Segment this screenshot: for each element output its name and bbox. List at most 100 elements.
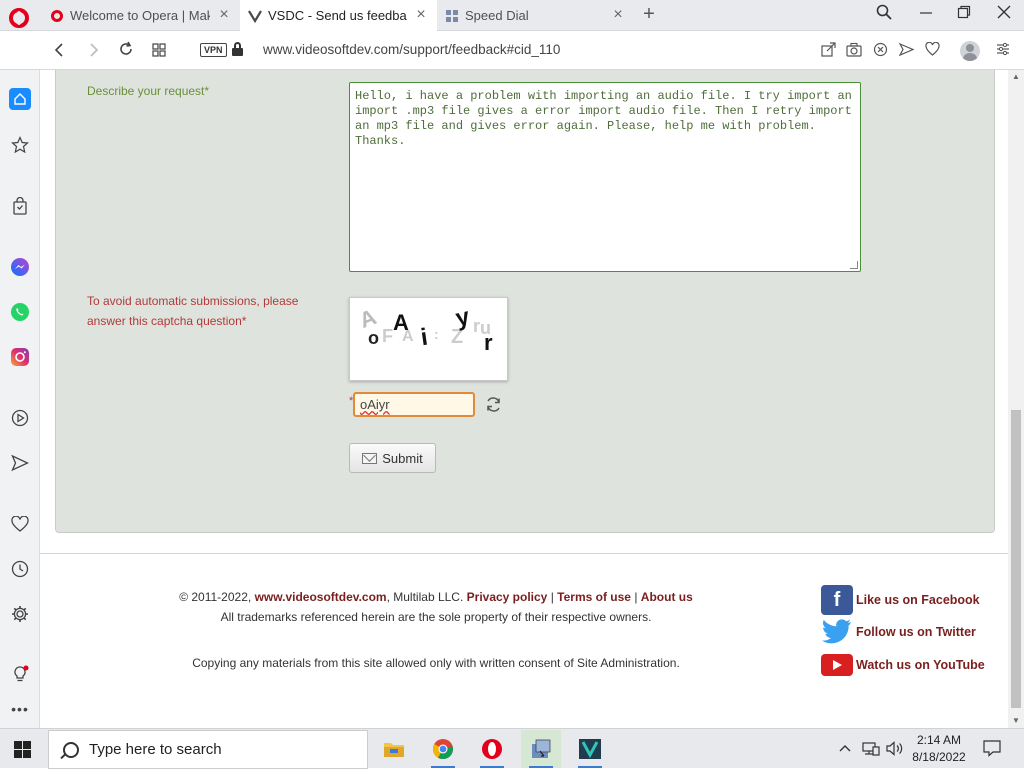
tab-welcome-opera[interactable]: Welcome to Opera | Make × — [42, 0, 240, 31]
copyright-line: © 2011-2022, www.videosoftdev.com, Multi… — [178, 587, 694, 607]
instagram-icon[interactable] — [9, 346, 31, 368]
search-icon — [63, 741, 79, 758]
twitter-label: Follow us on Twitter — [856, 625, 976, 639]
footer-divider — [40, 553, 1008, 554]
taskbar-search-box[interactable]: Type here to search — [48, 730, 368, 769]
facebook-icon: f — [821, 585, 853, 615]
envelope-icon — [362, 452, 378, 464]
vsdc-installer-icon[interactable] — [521, 730, 561, 768]
resize-handle[interactable] — [850, 261, 858, 269]
restore-icon[interactable] — [952, 4, 976, 26]
show-hidden-icons-icon[interactable] — [839, 741, 851, 756]
company-text: , Multilab LLC. — [386, 590, 464, 604]
separator: | — [550, 590, 554, 604]
captcha-label: To avoid automatic submissions, please a… — [87, 294, 299, 328]
captcha-answer-input[interactable]: oAiyr — [353, 392, 475, 417]
tab-vsdc-feedback[interactable]: VSDC - Send us feedback × — [240, 0, 437, 31]
lightbulb-icon[interactable] — [9, 663, 31, 685]
refresh-captcha-icon[interactable] — [484, 396, 502, 414]
clock-time: 2:14 AM — [916, 733, 962, 747]
easy-setup-icon[interactable] — [994, 42, 1012, 60]
close-window-icon[interactable] — [992, 4, 1016, 26]
opera-sidebar: ••• — [0, 70, 40, 728]
page-scrollbar[interactable]: ▲ ▼ — [1008, 70, 1024, 728]
scroll-up-icon[interactable]: ▲ — [1008, 70, 1024, 84]
facebook-link[interactable]: f Like us on Facebook — [821, 585, 991, 615]
minimize-icon[interactable] — [914, 4, 938, 26]
speed-dial-icon — [445, 9, 459, 23]
tab-label: VSDC - Send us feedback — [268, 8, 407, 23]
copying-text: Copying any materials from this site all… — [192, 656, 680, 670]
shopping-bag-icon[interactable] — [9, 195, 31, 217]
close-tab-icon[interactable]: × — [413, 6, 429, 24]
history-icon[interactable] — [9, 558, 31, 580]
opera-taskbar-icon[interactable] — [472, 730, 512, 768]
forward-icon[interactable] — [82, 40, 104, 62]
youtube-icon — [821, 654, 853, 676]
captcha-image: A o F A A i : Z y r u r — [349, 297, 508, 381]
captcha-answer-value: oAiyr — [360, 397, 390, 412]
bookmarks-icon[interactable] — [9, 134, 31, 156]
submit-button[interactable]: Submit — [349, 443, 436, 473]
new-tab-button[interactable]: + — [639, 4, 659, 26]
request-textarea[interactable]: Hello, i have a problem with importing a… — [349, 82, 861, 272]
adblock-icon[interactable] — [871, 42, 889, 60]
notifications-icon[interactable] — [983, 739, 1001, 760]
youtube-link[interactable]: Watch us on YouTube — [821, 650, 991, 680]
reload-icon[interactable] — [115, 40, 137, 62]
browser-tab-bar: Welcome to Opera | Make × VSDC - Send us… — [0, 0, 1024, 31]
more-icon[interactable]: ••• — [9, 698, 31, 720]
pinboard-heart-icon[interactable] — [9, 513, 31, 535]
vpn-badge[interactable]: VPN — [200, 43, 227, 57]
separator: | — [634, 590, 638, 604]
scrollbar-thumb[interactable] — [1011, 410, 1021, 708]
camera-icon[interactable] — [845, 42, 863, 60]
search-tabs-icon[interactable] — [872, 4, 896, 26]
network-icon[interactable] — [862, 741, 880, 759]
file-explorer-icon[interactable] — [374, 730, 414, 768]
profile-avatar[interactable] — [960, 41, 980, 61]
heart-icon[interactable] — [923, 41, 941, 60]
settings-gear-icon[interactable] — [9, 603, 31, 625]
windows-start-icon[interactable] — [14, 741, 31, 758]
twitter-link[interactable]: Follow us on Twitter — [821, 617, 991, 647]
whatsapp-icon[interactable] — [9, 301, 31, 323]
trademarks-text: All trademarks referenced herein are the… — [220, 610, 652, 624]
lock-icon[interactable] — [232, 42, 243, 56]
send-snap-icon[interactable] — [819, 42, 837, 60]
tab-label: Speed Dial — [465, 8, 529, 23]
tab-speed-dial[interactable]: Speed Dial × — [437, 0, 634, 31]
submit-label: Submit — [382, 450, 423, 466]
close-tab-icon[interactable]: × — [216, 6, 232, 24]
send-flow-icon[interactable] — [9, 452, 31, 474]
site-link[interactable]: www.videosoftdev.com — [255, 590, 387, 604]
about-us-link[interactable]: About us — [641, 590, 693, 604]
clock-date: 8/18/2022 — [912, 750, 966, 764]
search-placeholder: Type here to search — [89, 741, 222, 758]
privacy-policy-link[interactable]: Privacy policy — [467, 590, 548, 604]
copyright-text: © 2011-2022, — [179, 590, 252, 604]
windows-taskbar: Type here to search 2:14 AM 8/18/2022 — [0, 728, 1024, 769]
request-text: Hello, i have a problem with importing a… — [355, 89, 852, 148]
terms-of-use-link[interactable]: Terms of use — [557, 590, 631, 604]
opera-menu-icon[interactable] — [9, 8, 29, 28]
url-field[interactable]: www.videosoftdev.com/support/feedback#ci… — [263, 42, 560, 57]
chrome-icon[interactable] — [423, 730, 463, 768]
scroll-down-icon[interactable]: ▼ — [1008, 714, 1024, 728]
send-icon[interactable] — [897, 42, 915, 60]
player-icon[interactable] — [9, 407, 31, 429]
address-bar: VPN www.videosoftdev.com/support/feedbac… — [0, 31, 1024, 70]
footer: © 2011-2022, www.videosoftdev.com, Multi… — [178, 587, 694, 673]
vsdc-favicon-icon — [248, 9, 262, 23]
back-icon[interactable] — [49, 40, 71, 62]
close-tab-icon[interactable]: × — [610, 6, 626, 24]
taskbar-clock[interactable]: 2:14 AM 8/18/2022 — [906, 732, 972, 766]
home-icon[interactable] — [9, 88, 31, 110]
volume-icon[interactable] — [886, 741, 904, 759]
vsdc-editor-icon[interactable] — [570, 730, 610, 768]
tabs-grid-icon[interactable] — [148, 40, 170, 62]
messenger-icon[interactable] — [9, 256, 31, 278]
opera-favicon-icon — [50, 9, 64, 23]
tab-label: Welcome to Opera | Make — [70, 8, 210, 23]
youtube-label: Watch us on YouTube — [856, 658, 985, 672]
